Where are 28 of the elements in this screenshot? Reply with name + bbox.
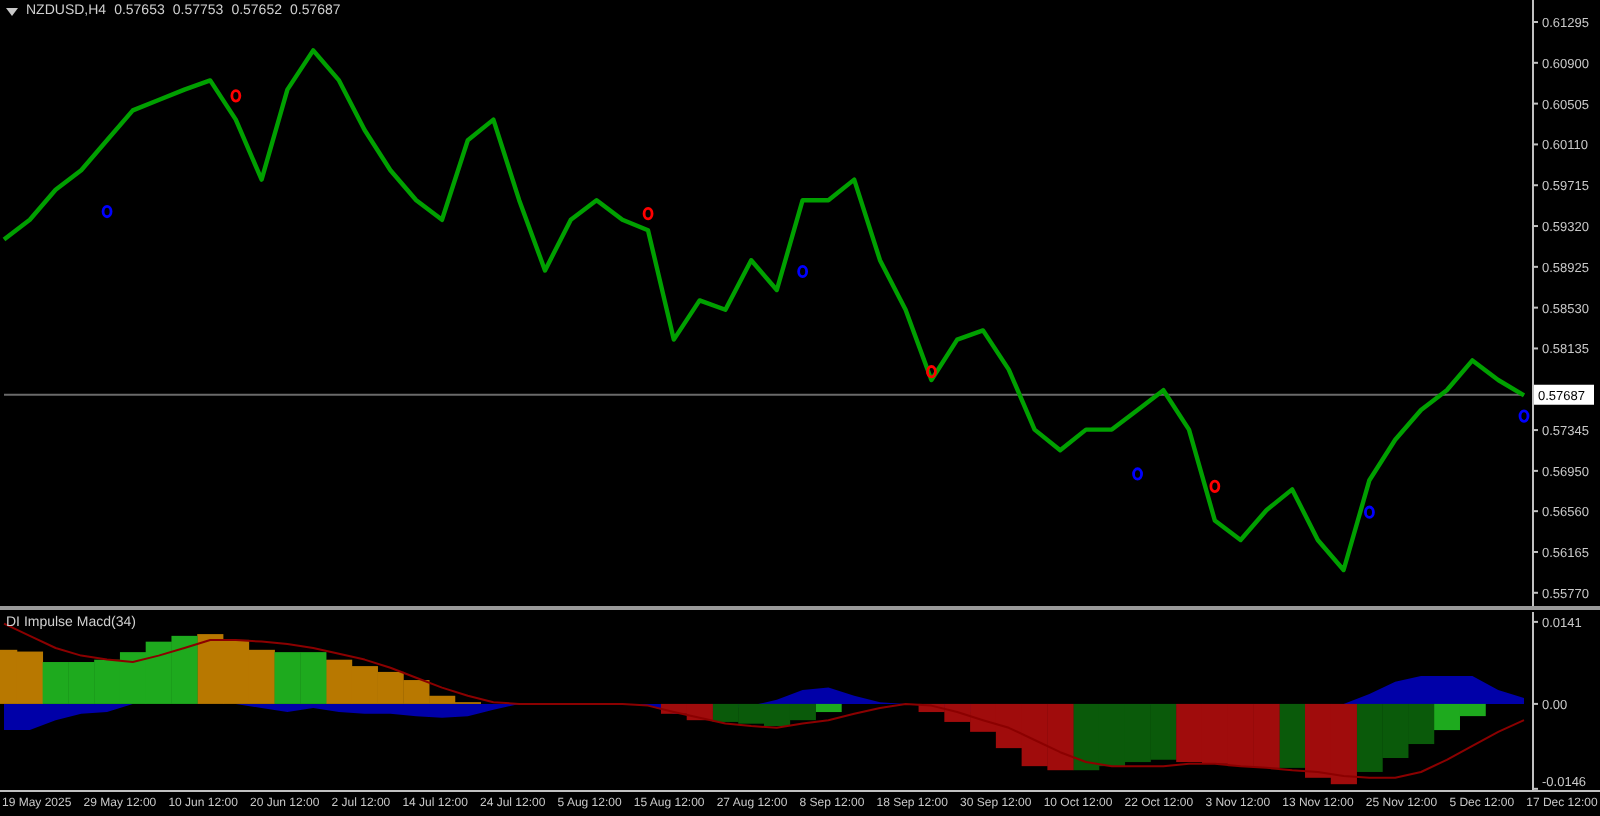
histogram-bar	[145, 641, 172, 704]
histogram-bar	[712, 703, 739, 722]
histogram-bar	[171, 635, 198, 704]
histogram-bar	[248, 649, 275, 704]
histogram-bar	[1305, 703, 1332, 778]
histogram-bar	[1253, 703, 1280, 768]
histogram-bar	[274, 652, 301, 704]
histogram-bar	[1150, 703, 1177, 760]
histogram-bar	[94, 659, 121, 704]
histogram-bar	[377, 671, 404, 704]
histogram-bar	[197, 634, 224, 704]
histogram-bar	[1382, 703, 1409, 758]
histogram-bar	[351, 666, 378, 704]
histogram-bar	[1176, 703, 1203, 763]
histogram-bar	[1047, 703, 1074, 771]
histogram-bar	[1330, 703, 1357, 785]
histogram-bar	[300, 652, 327, 704]
histogram-bar	[1124, 703, 1151, 763]
histogram-bar	[1279, 703, 1306, 768]
histogram-bar	[1021, 703, 1048, 767]
histogram-bar	[738, 703, 765, 724]
dropdown-icon	[6, 7, 18, 15]
histogram-bar	[1073, 703, 1100, 771]
histogram-bar	[1227, 703, 1254, 767]
histogram-bar	[1356, 703, 1383, 772]
histogram-bar	[326, 659, 353, 704]
histogram-bar	[42, 662, 69, 704]
histogram-bar	[68, 662, 95, 704]
